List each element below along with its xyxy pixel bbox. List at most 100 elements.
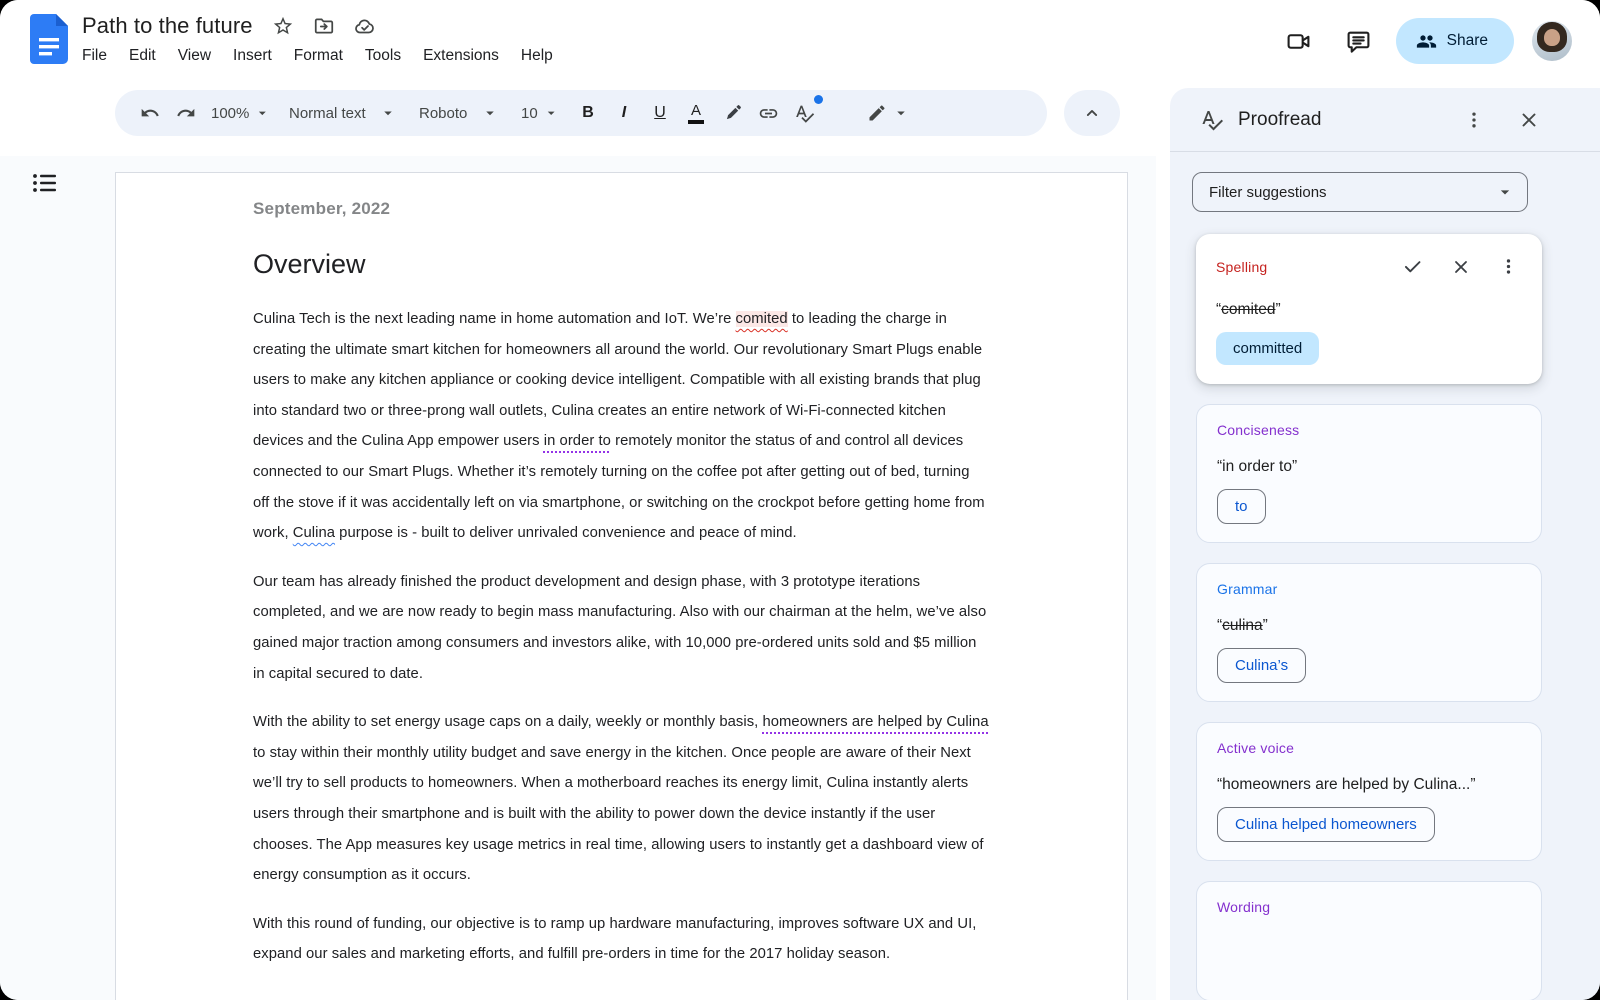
toolbar: 100% Normal text Roboto 10 B I U A	[115, 90, 1047, 136]
suggestion-cards: Spelling “comited” committed	[1170, 226, 1600, 1000]
text-color-icon: A	[688, 103, 704, 124]
chevron-down-icon	[481, 104, 499, 122]
suggestion-more-options-button[interactable]	[1495, 253, 1522, 280]
original-text-quote: “homeowners are helped by Culina...”	[1217, 776, 1521, 794]
bold-button[interactable]: B	[571, 96, 605, 130]
suggestion-card-wording[interactable]: Wording	[1196, 881, 1542, 1000]
menu-item-file[interactable]: File	[73, 44, 116, 68]
outline-list-icon	[32, 171, 58, 195]
chevron-down-icon	[254, 104, 271, 122]
paragraph-style-select[interactable]: Normal text	[279, 96, 407, 130]
text-color-button[interactable]: A	[679, 96, 713, 130]
underline-icon: U	[654, 104, 666, 122]
annotation-grammar[interactable]: Culina	[293, 525, 335, 541]
zoom-select[interactable]: 100%	[205, 96, 277, 130]
doc-paragraph[interactable]: Our team has already finished the produc…	[253, 567, 989, 689]
document-paragraphs: Culina Tech is the next leading name in …	[253, 304, 989, 970]
top-bar: Path to the future FileEdi	[0, 0, 1600, 84]
share-label: Share	[1447, 32, 1488, 50]
title-block: Path to the future FileEdi	[82, 10, 562, 68]
document-date[interactable]: September, 2022	[253, 199, 989, 219]
dismiss-suggestion-button[interactable]	[1447, 253, 1475, 281]
suggestion-card-active-voice[interactable]: Active voice “homeowners are helped by C…	[1196, 722, 1542, 861]
meet-video-icon[interactable]	[1276, 18, 1322, 64]
spelling-check-button[interactable]	[787, 96, 821, 130]
suggestion-chip[interactable]: Culina’s	[1217, 648, 1306, 683]
card-category: Active voice	[1217, 740, 1294, 756]
star-icon[interactable]	[272, 15, 294, 37]
original-word: in order to	[1222, 458, 1292, 475]
suggestion-chip[interactable]: committed	[1216, 332, 1319, 365]
original-text-quote: “in order to”	[1217, 458, 1521, 476]
chevron-down-icon	[379, 104, 397, 122]
proofread-panel: Proofread Filter suggestions Spelling	[1170, 88, 1600, 1000]
avatar[interactable]	[1532, 21, 1572, 61]
proofread-title: Proofread	[1238, 109, 1321, 131]
check-icon	[1402, 256, 1423, 277]
suggestion-chip[interactable]: Culina helped homeowners	[1217, 807, 1435, 842]
document-title[interactable]: Path to the future	[82, 13, 253, 39]
font-family-value: Roboto	[419, 105, 467, 122]
google-docs-window: Path to the future FileEdi	[0, 0, 1600, 1000]
font-size-select[interactable]: 10	[511, 96, 569, 130]
doc-paragraph[interactable]: With this round of funding, our objectiv…	[253, 909, 989, 970]
suggestion-chip[interactable]: to	[1217, 489, 1266, 524]
chevron-down-icon	[1495, 182, 1515, 202]
kebab-menu-icon	[1464, 110, 1484, 130]
menu-item-tools[interactable]: Tools	[356, 44, 410, 68]
hide-menus-button[interactable]	[1064, 90, 1120, 136]
original-word: homeowners are helped by Culina...	[1222, 776, 1470, 793]
share-button[interactable]: Share	[1396, 18, 1514, 64]
filter-suggestions-dropdown[interactable]: Filter suggestions	[1192, 172, 1528, 212]
annotation-active-voice[interactable]: homeowners are helped by Culina	[763, 714, 989, 730]
document-page[interactable]: September, 2022 Overview Culina Tech is …	[115, 172, 1128, 1000]
highlight-color-button[interactable]	[715, 96, 749, 130]
undo-icon	[140, 103, 160, 123]
font-size-value: 10	[521, 105, 538, 122]
annotation-conciseness[interactable]: in order to	[544, 433, 611, 449]
menu-item-extensions[interactable]: Extensions	[414, 44, 508, 68]
insert-link-button[interactable]	[751, 96, 785, 130]
filter-row: Filter suggestions	[1170, 152, 1600, 226]
chevron-down-icon	[543, 104, 559, 122]
font-family-select[interactable]: Roboto	[409, 96, 509, 130]
menu-item-insert[interactable]: Insert	[224, 44, 281, 68]
move-folder-icon[interactable]	[313, 15, 335, 37]
accept-suggestion-button[interactable]	[1398, 252, 1427, 281]
comments-icon[interactable]	[1336, 18, 1382, 64]
suggestion-card-grammar[interactable]: Grammar “culina” Culina’s	[1196, 563, 1542, 702]
doc-paragraph[interactable]: Culina Tech is the next leading name in …	[253, 304, 989, 549]
highlighter-icon	[722, 103, 743, 124]
doc-paragraph[interactable]: With the ability to set energy usage cap…	[253, 707, 989, 891]
cloud-saved-icon[interactable]	[354, 15, 376, 37]
redo-button[interactable]	[169, 96, 203, 130]
original-word: comited	[1221, 301, 1275, 318]
suggestion-card-spelling[interactable]: Spelling “comited” committed	[1196, 234, 1542, 384]
italic-button[interactable]: I	[607, 96, 641, 130]
menu-item-edit[interactable]: Edit	[120, 44, 165, 68]
suggestion-card-conciseness[interactable]: Conciseness “in order to” to	[1196, 404, 1542, 543]
docs-logo-icon[interactable]	[30, 14, 68, 64]
italic-icon: I	[622, 104, 626, 122]
close-icon	[1451, 257, 1471, 277]
annotation-spelling[interactable]: comited	[736, 311, 788, 327]
document-heading[interactable]: Overview	[253, 249, 989, 280]
close-icon	[1518, 109, 1540, 131]
proofread-spellcheck-icon	[1200, 108, 1224, 132]
document-outline-button[interactable]	[30, 168, 60, 198]
spellcheck-icon	[794, 103, 815, 124]
filter-suggestions-label: Filter suggestions	[1209, 184, 1327, 201]
menu-item-format[interactable]: Format	[285, 44, 352, 68]
proofread-close-button[interactable]	[1514, 105, 1544, 135]
editing-mode-button[interactable]	[861, 96, 916, 130]
menu-bar: FileEditViewInsertFormatToolsExtensionsH…	[73, 44, 562, 68]
original-text-quote: “culina”	[1217, 617, 1521, 635]
undo-button[interactable]	[133, 96, 167, 130]
menu-item-help[interactable]: Help	[512, 44, 562, 68]
proofread-more-options-button[interactable]	[1460, 106, 1488, 134]
card-category: Wording	[1217, 899, 1270, 915]
menu-item-view[interactable]: View	[169, 44, 220, 68]
link-icon	[758, 103, 779, 124]
card-category: Spelling	[1216, 259, 1267, 275]
underline-button[interactable]: U	[643, 96, 677, 130]
